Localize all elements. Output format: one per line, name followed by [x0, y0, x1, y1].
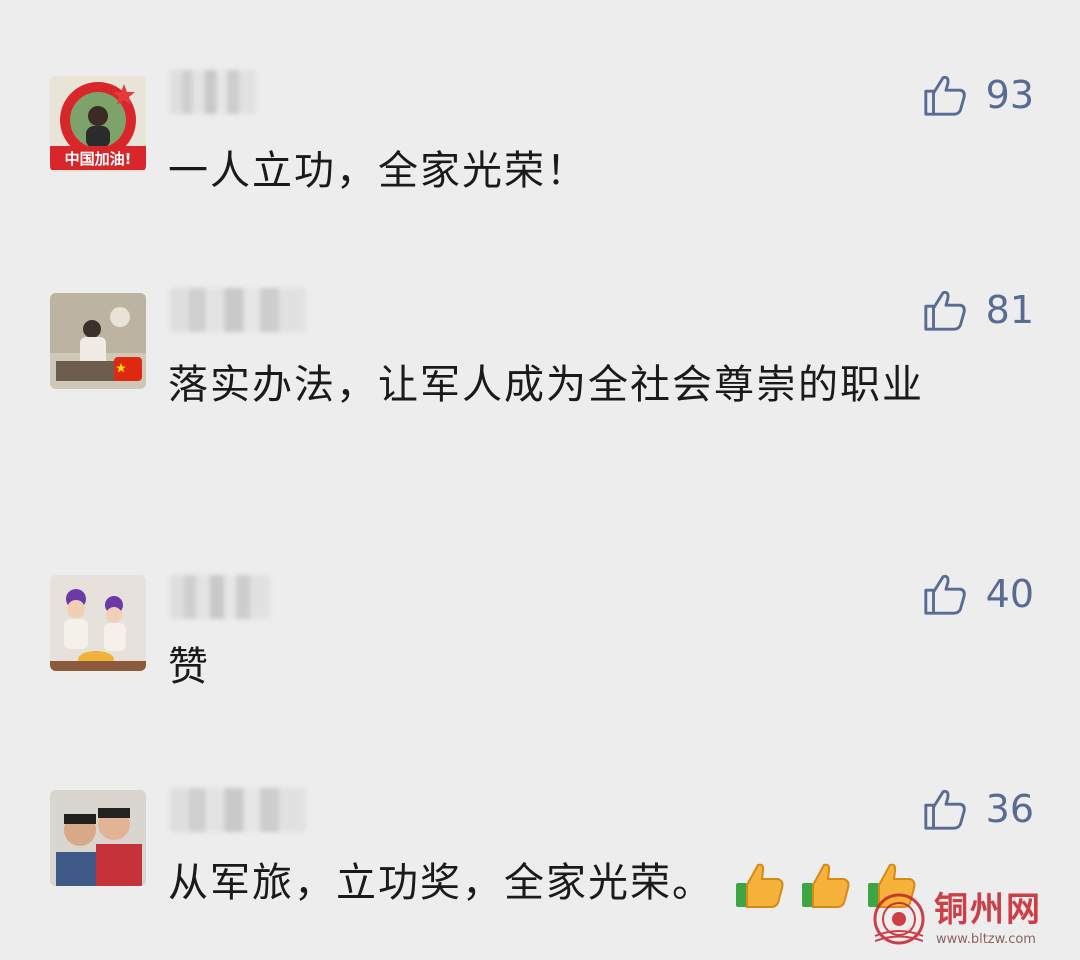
username-blurred[interactable] — [170, 288, 306, 332]
thumbs-up-emoji-icon — [736, 863, 784, 908]
thumbs-up-emoji-icon — [802, 863, 850, 908]
like-count: 36 — [985, 787, 1034, 831]
avatar-image — [50, 790, 146, 886]
avatar-badge-text: 中国加油! — [65, 150, 132, 168]
avatar[interactable] — [50, 293, 146, 389]
thumbs-up-outline-icon — [924, 789, 966, 830]
username-blurred[interactable] — [170, 70, 256, 114]
thumbs-up-outline-icon — [924, 574, 966, 615]
thumbs-up-outline-icon — [924, 290, 966, 331]
like-button[interactable]: 93 — [922, 72, 1034, 118]
watermark-title: 铜州网 — [934, 890, 1042, 930]
avatar-image: 中国加油! — [50, 76, 146, 172]
watermark: 铜州网 www.bltzw.com — [872, 890, 1068, 954]
like-button[interactable]: 81 — [922, 287, 1034, 333]
like-button[interactable]: 36 — [922, 786, 1034, 832]
avatar[interactable] — [50, 575, 146, 671]
watermark-logo-icon — [873, 893, 925, 945]
comment-text: 落实办法，让军人成为全社会尊崇的职业 — [168, 362, 924, 408]
avatar-image — [50, 575, 146, 671]
username-blurred[interactable] — [170, 788, 306, 832]
like-count: 81 — [985, 288, 1034, 332]
comment-list: 中国加油! 93 一人立功，全家光荣！ 81 落实办法，让军人成为全社会尊崇的职… — [0, 0, 1080, 960]
like-count: 40 — [985, 572, 1034, 616]
thumbs-up-outline-icon — [924, 75, 966, 116]
avatar[interactable] — [50, 790, 146, 886]
watermark-url: www.bltzw.com — [936, 932, 1036, 947]
like-button[interactable]: 40 — [922, 571, 1034, 617]
avatar[interactable]: 中国加油! — [50, 76, 146, 172]
avatar-image — [50, 293, 146, 389]
like-count: 93 — [985, 73, 1034, 117]
comment-text: 一人立功，全家光荣！ — [168, 148, 588, 194]
comment-text: 赞 — [168, 644, 210, 690]
username-blurred[interactable] — [170, 575, 270, 619]
comment-text-content: 从军旅，立功奖，全家光荣。 — [168, 860, 714, 906]
